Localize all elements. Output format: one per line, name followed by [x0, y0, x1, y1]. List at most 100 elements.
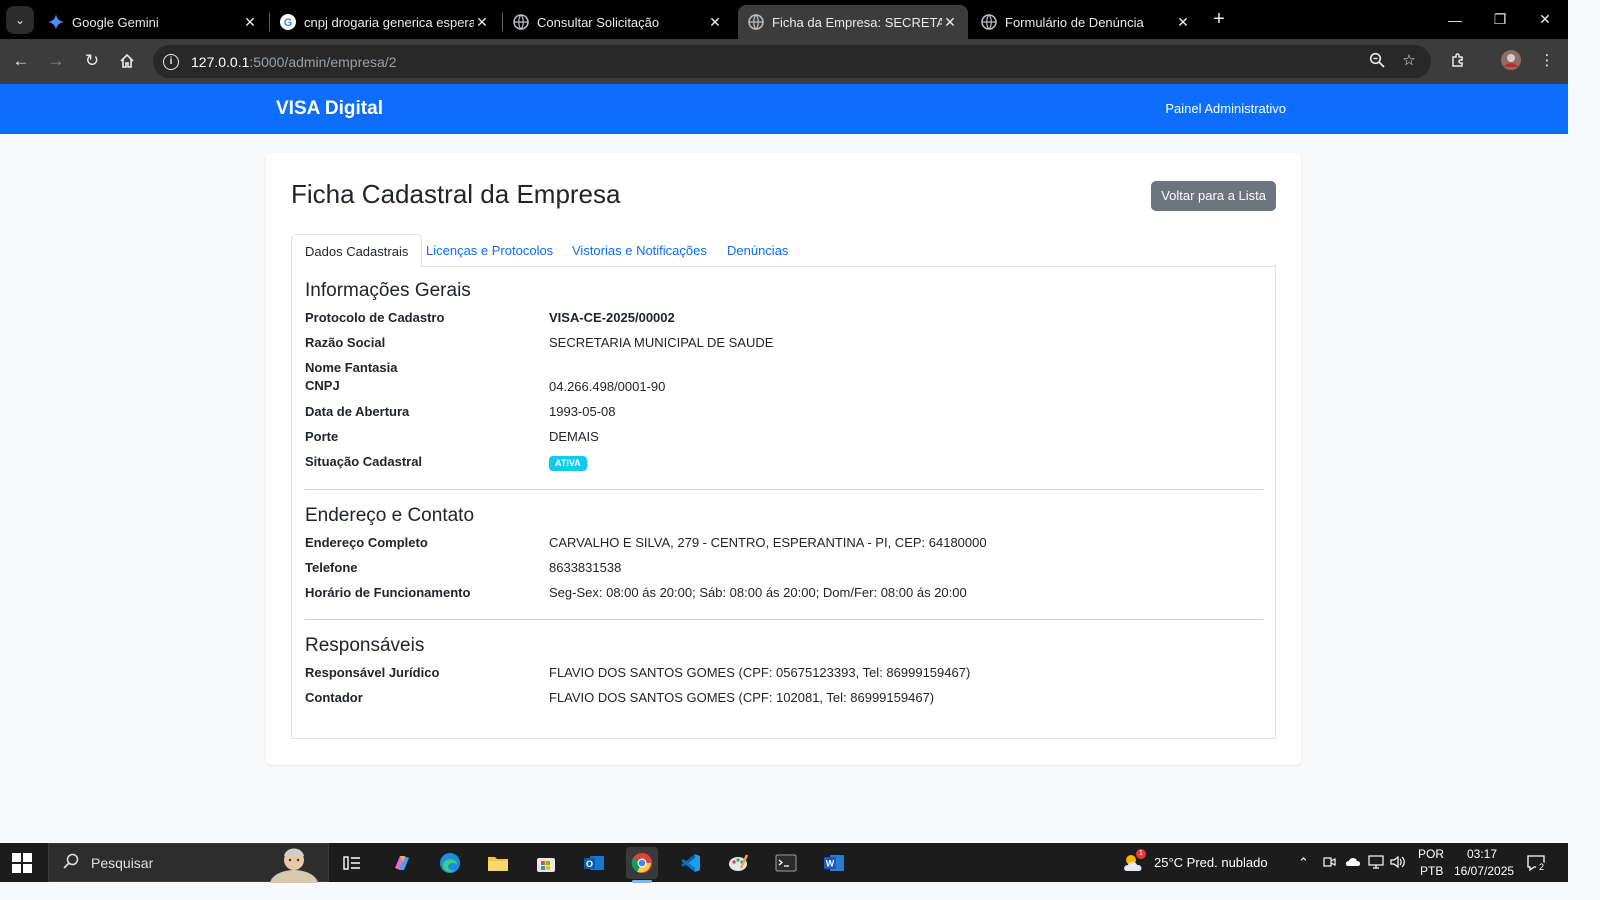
- field-value-razao-social: SECRETARIA MUNICIPAL DE SAUDE: [549, 335, 774, 350]
- field-label: Situação Cadastral: [305, 454, 423, 469]
- field-label: CNPJ: [305, 378, 340, 393]
- chrome-icon[interactable]: [626, 847, 658, 883]
- weather-text[interactable]: 25°C Pred. nublado: [1154, 855, 1268, 870]
- input-language-top[interactable]: POR: [1418, 847, 1444, 861]
- forward-arrow-icon[interactable]: →: [42, 47, 70, 75]
- page-title: Ficha Cadastral da Empresa: [291, 179, 621, 209]
- field-label: Data de Abertura: [305, 404, 410, 419]
- search-icon: [63, 853, 79, 873]
- copilot-icon[interactable]: [386, 847, 418, 879]
- weather-cloud-icon[interactable]: 1: [1122, 849, 1148, 876]
- app-navbar: VISA Digital Painel Administrativo: [0, 84, 1568, 134]
- home-icon[interactable]: [113, 47, 141, 75]
- tab-title: Consultar Solicitação: [537, 14, 660, 30]
- paint-palette-icon[interactable]: [722, 847, 754, 879]
- show-hidden-icons-chevron-icon[interactable]: ⌃: [1298, 855, 1309, 871]
- globe-icon: [981, 14, 997, 30]
- input-language-bottom[interactable]: PTB: [1420, 864, 1443, 878]
- extensions-puzzle-icon[interactable]: [1446, 48, 1470, 72]
- section-title-general: Informações Gerais: [305, 280, 471, 301]
- close-tab-icon[interactable]: ✕: [942, 14, 958, 31]
- field-label: Telefone: [305, 560, 358, 575]
- field-label: Endereço Completo: [305, 535, 428, 550]
- volume-speaker-icon[interactable]: [1390, 855, 1406, 872]
- address-bar[interactable]: i 127.0.0.1:5000/admin/empresa/2: [153, 45, 1431, 78]
- meet-camera-icon[interactable]: [1322, 855, 1336, 872]
- tab-title: cnpj drogaria generica esperantina: [304, 14, 474, 30]
- browser-tab-denuncia[interactable]: Formulário de Denúncia ✕: [971, 5, 1201, 39]
- field-value-responsavel-juridico: FLAVIO DOS SANTOS GOMES (CPF: 0567512339…: [549, 665, 971, 680]
- browser-tab-ficha-empresa[interactable]: Ficha da Empresa: SECRETARIA MUNICIPAL ✕: [738, 5, 968, 39]
- task-view-icon[interactable]: [336, 847, 368, 879]
- network-icon[interactable]: [1368, 855, 1384, 872]
- close-tab-icon[interactable]: ✕: [1175, 14, 1191, 31]
- windows-start-icon[interactable]: [12, 853, 32, 873]
- field-value-contador: FLAVIO DOS SANTOS GOMES (CPF: 102081, Te…: [549, 690, 935, 705]
- field-value-endereco: CARVALHO E SILVA, 279 - CENTRO, ESPERANT…: [549, 535, 987, 550]
- edge-browser-icon[interactable]: [434, 847, 466, 879]
- clock-date[interactable]: 16/07/2025: [1454, 864, 1514, 878]
- search-placeholder: Pesquisar: [91, 854, 154, 871]
- kebab-menu-icon[interactable]: ⋮: [1535, 48, 1559, 72]
- field-label: Contador: [305, 690, 363, 705]
- browser-tab-google-search[interactable]: G cnpj drogaria generica esperantina ✕: [270, 5, 500, 39]
- svg-text:W: W: [826, 859, 835, 869]
- url-host: 127.0.0.1: [191, 53, 250, 70]
- profile-avatar-icon[interactable]: [1499, 48, 1523, 72]
- close-window-icon[interactable]: ✕: [1522, 0, 1568, 39]
- notification-center-icon[interactable]: 2: [1526, 853, 1547, 876]
- windows-taskbar: Pesquisar O W 1 25°C Pred. nublado ⌃ POR…: [0, 843, 1568, 898]
- section-divider: [305, 489, 1263, 490]
- field-value-protocolo: VISA-CE-2025/00002: [549, 310, 675, 325]
- microsoft-store-icon[interactable]: [530, 847, 562, 879]
- word-icon[interactable]: W: [818, 847, 850, 879]
- field-value-porte: DEMAIS: [549, 429, 599, 444]
- close-tab-icon[interactable]: ✕: [707, 14, 723, 31]
- new-tab-plus-icon[interactable]: +: [1208, 8, 1230, 30]
- reload-icon[interactable]: ↻: [78, 47, 106, 75]
- browser-tab-consultar[interactable]: Consultar Solicitação ✕: [503, 5, 733, 39]
- outlook-icon[interactable]: O: [578, 847, 610, 879]
- field-label: Responsável Jurídico: [305, 665, 440, 680]
- back-arrow-icon[interactable]: ←: [7, 47, 35, 75]
- notification-count: 2: [1536, 862, 1547, 873]
- field-value-data-abertura: 1993-05-08: [549, 404, 616, 419]
- tab-denuncias[interactable]: Denúncias: [714, 234, 801, 267]
- section-title-responsibles: Responsáveis: [305, 635, 425, 656]
- taskbar-search-box[interactable]: Pesquisar: [48, 843, 329, 898]
- minimize-window-icon[interactable]: —: [1432, 0, 1478, 39]
- zoom-icon[interactable]: [1365, 48, 1389, 72]
- google-icon: G: [280, 14, 296, 30]
- field-label: Protocolo de Cadastro: [305, 310, 445, 325]
- section-title-address: Endereço e Contato: [305, 505, 475, 526]
- record-tabs: Dados Cadastrais Licenças e Protocolos V…: [291, 234, 1276, 268]
- brand-logo-text[interactable]: VISA Digital: [276, 98, 383, 120]
- svg-text:G: G: [284, 17, 293, 29]
- close-tab-icon[interactable]: ✕: [474, 14, 490, 31]
- vscode-icon[interactable]: [674, 847, 706, 879]
- field-label: Horário de Funcionamento: [305, 585, 471, 600]
- onedrive-cloud-icon[interactable]: [1345, 855, 1361, 870]
- svg-text:O: O: [586, 859, 593, 869]
- bookmark-star-icon[interactable]: ☆: [1397, 48, 1421, 72]
- tab-licencas-protocolos[interactable]: Licenças e Protocolos: [413, 234, 566, 267]
- terminal-icon[interactable]: [770, 847, 802, 879]
- restore-window-icon[interactable]: ❐: [1477, 0, 1523, 39]
- tab-dados-cadastrais[interactable]: Dados Cadastrais: [291, 234, 423, 268]
- section-divider: [305, 619, 1263, 620]
- site-info-icon[interactable]: i: [163, 53, 179, 70]
- field-value-horario: Seg-Sex: 08:00 ás 20:00; Sáb: 08:00 ás 2…: [549, 585, 967, 600]
- field-label: Nome Fantasia: [305, 360, 398, 375]
- search-highlight-illustration-icon: [264, 844, 320, 898]
- back-to-list-button[interactable]: Voltar para a Lista: [1151, 181, 1276, 211]
- company-record-card: Ficha Cadastral da Empresa Voltar para a…: [266, 153, 1301, 765]
- clock-time[interactable]: 03:17: [1467, 847, 1497, 861]
- gemini-icon: [48, 14, 64, 30]
- admin-panel-link[interactable]: Painel Administrativo: [1165, 101, 1286, 116]
- browser-tab-gemini[interactable]: Google Gemini ✕: [38, 5, 268, 39]
- tab-search-chevron-icon[interactable]: ⌄: [6, 6, 34, 34]
- file-explorer-icon[interactable]: [482, 847, 514, 879]
- close-tab-icon[interactable]: ✕: [242, 14, 258, 31]
- tab-vistorias-notificacoes[interactable]: Vistorias e Notificações: [559, 234, 720, 267]
- browser-tab-bar: ⌄ Google Gemini ✕ G cnpj drogaria generi…: [0, 0, 1568, 39]
